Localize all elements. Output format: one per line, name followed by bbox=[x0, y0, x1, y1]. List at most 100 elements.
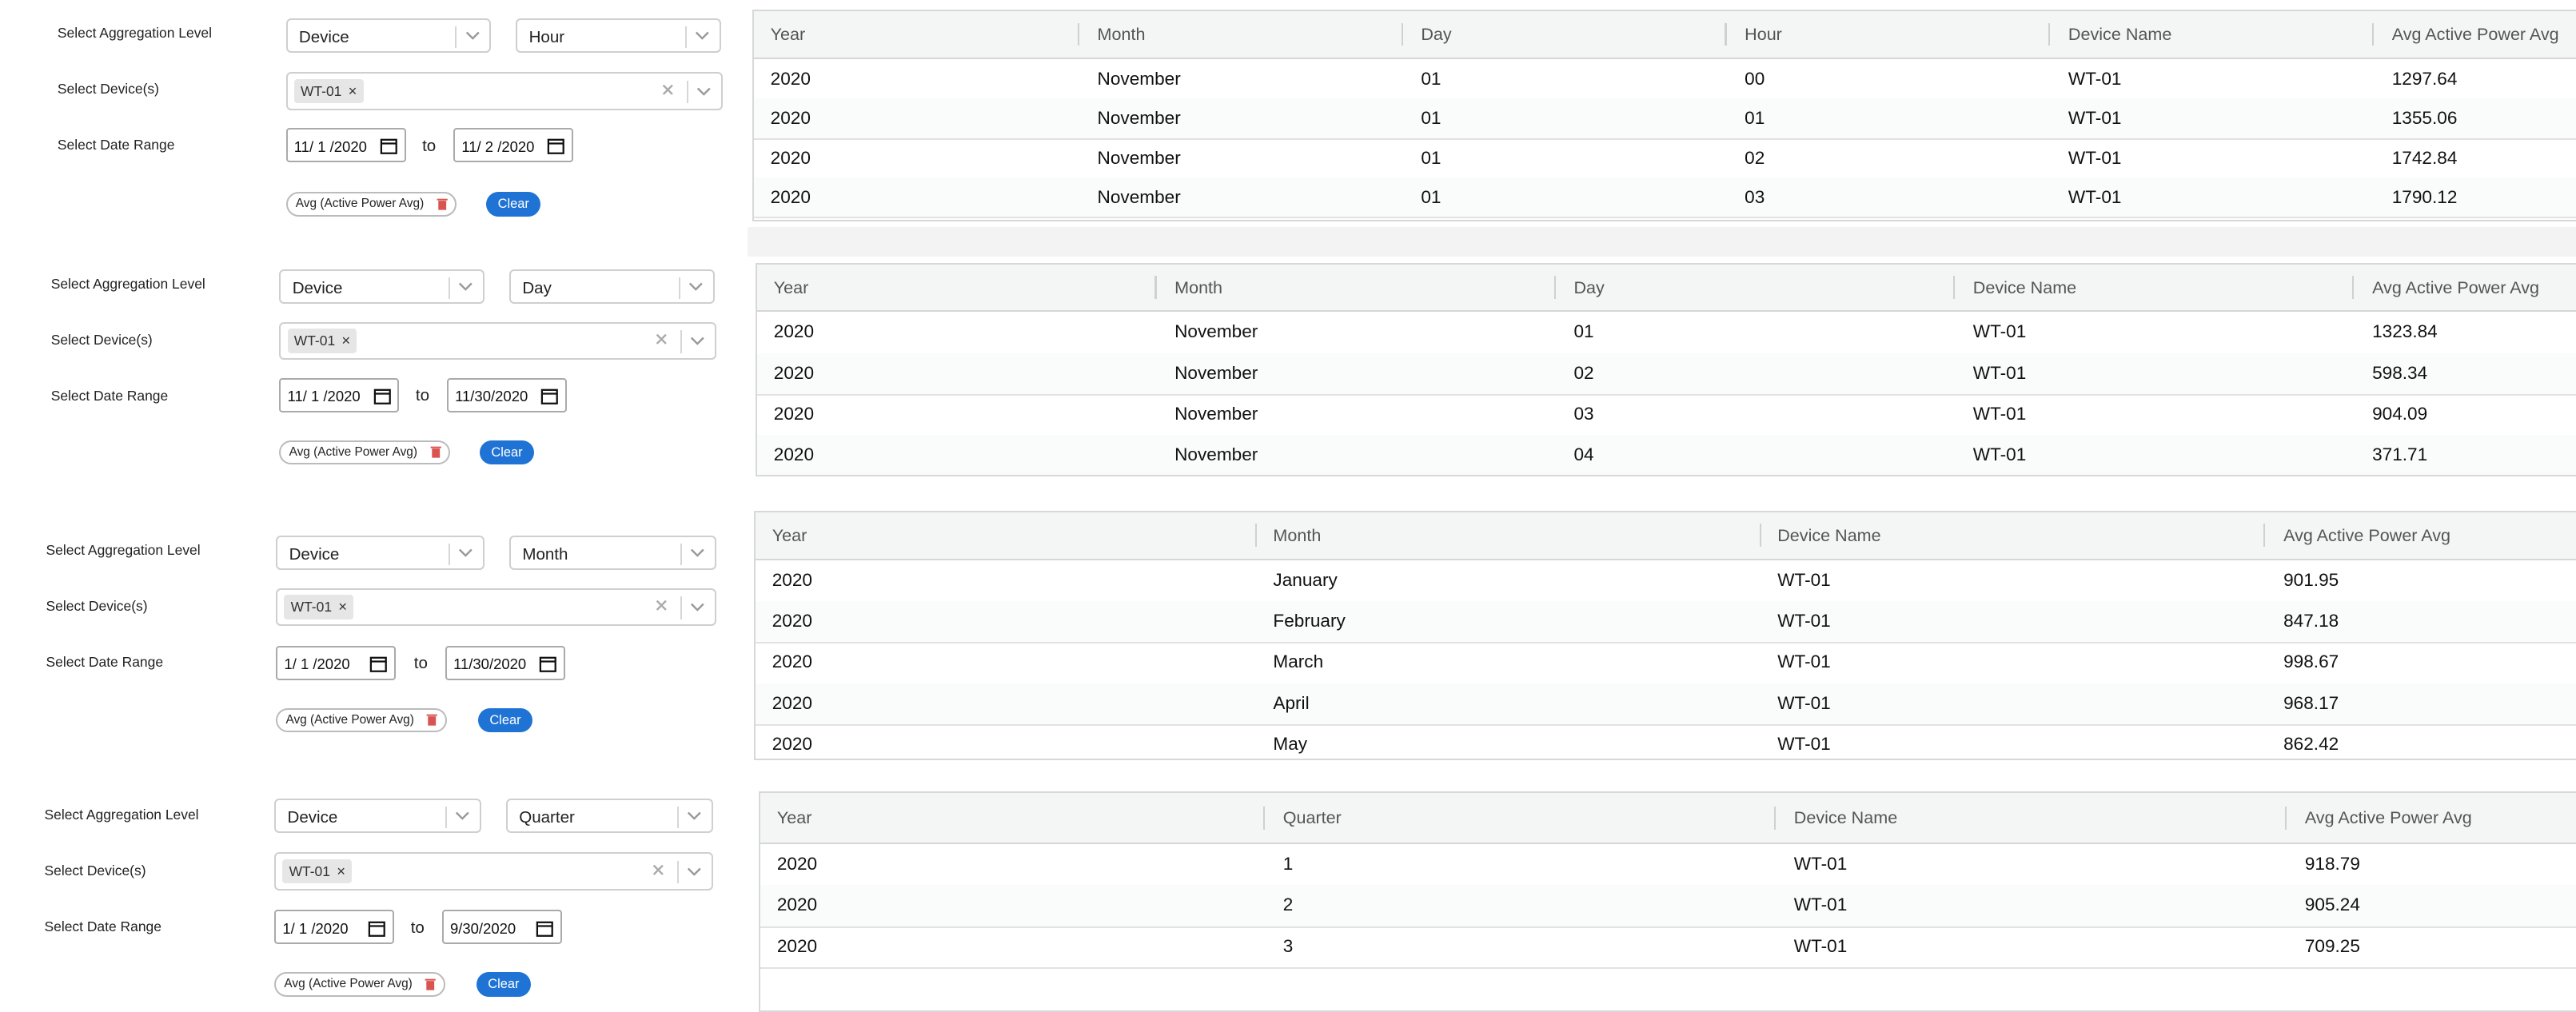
remove-chip-icon[interactable]: × bbox=[337, 863, 345, 879]
calendar-icon[interactable] bbox=[373, 386, 392, 406]
table-row[interactable]: 2020 November 03 WT-01 904.09 bbox=[757, 394, 2576, 437]
trash-icon[interactable] bbox=[436, 197, 449, 211]
table-row[interactable]: 2020 March WT-01 998.67 bbox=[756, 642, 2576, 685]
device-multiselect[interactable]: WT-01 × bbox=[279, 321, 716, 360]
column-header[interactable]: Day bbox=[1421, 11, 1451, 58]
results-table-day: Year Month Day Device Name Avg Active Po… bbox=[756, 262, 2576, 476]
chevron-down-icon[interactable] bbox=[685, 863, 704, 881]
trash-icon[interactable] bbox=[425, 712, 438, 727]
aggregation-select[interactable]: Device bbox=[274, 798, 482, 833]
table-row[interactable]: 2020 January WT-01 901.95 bbox=[756, 560, 2576, 603]
chevron-down-icon bbox=[696, 31, 709, 40]
column-header[interactable]: Avg Active Power Avg bbox=[2392, 11, 2559, 58]
table-row[interactable]: 2020 May WT-01 862.42 bbox=[756, 724, 2576, 759]
device-multiselect[interactable]: WT-01 × bbox=[276, 588, 716, 626]
table-row[interactable]: 2020 November 04 WT-01 371.71 bbox=[757, 435, 2576, 475]
column-header[interactable]: Device Name bbox=[1777, 512, 1880, 559]
remove-chip-icon[interactable]: × bbox=[338, 598, 347, 615]
chevron-down-icon[interactable] bbox=[688, 598, 707, 616]
table-row[interactable]: 2020 2 WT-01 905.24 bbox=[760, 885, 2576, 928]
remove-chip-icon[interactable]: × bbox=[341, 332, 350, 349]
table-row[interactable]: 2020 November 01 01 WT-01 1355.06 bbox=[754, 98, 2576, 140]
close-icon[interactable] bbox=[649, 861, 668, 879]
date-from-input[interactable]: 1/ 1 /2020 bbox=[274, 910, 395, 945]
date-to-input[interactable]: 11/30/2020 bbox=[445, 645, 565, 680]
device-chip: WT-01 × bbox=[293, 78, 364, 104]
table-header: Year Month Day Device Name Avg Active Po… bbox=[757, 264, 2576, 313]
table-row[interactable]: 2020 February WT-01 847.18 bbox=[756, 600, 2576, 644]
clear-button[interactable]: Clear bbox=[476, 972, 531, 998]
calendar-icon[interactable] bbox=[536, 918, 554, 938]
granularity-select[interactable]: Day bbox=[508, 269, 715, 305]
table-row[interactable]: 2020 1 WT-01 918.79 bbox=[760, 844, 2576, 887]
device-multiselect[interactable]: WT-01 × bbox=[274, 852, 713, 890]
calendar-icon[interactable] bbox=[547, 136, 565, 156]
calendar-icon[interactable] bbox=[369, 654, 388, 674]
device-multiselect[interactable]: WT-01 × bbox=[285, 72, 724, 110]
clear-button[interactable]: Clear bbox=[486, 192, 541, 217]
column-header[interactable]: Hour bbox=[1745, 11, 1782, 58]
column-header[interactable]: Avg Active Power Avg bbox=[2305, 793, 2472, 843]
table-row[interactable]: 2020 3 WT-01 709.25 bbox=[760, 926, 2576, 970]
chevron-down-icon bbox=[465, 31, 480, 40]
date-to-input[interactable]: 11/ 2 /2020 bbox=[453, 128, 574, 163]
date-from-input[interactable]: 11/ 1 /2020 bbox=[285, 128, 406, 163]
aggregation-level-label: Select Aggregation Level bbox=[44, 806, 199, 823]
trash-icon[interactable] bbox=[424, 977, 437, 991]
aggregation-level-label: Select Aggregation Level bbox=[46, 542, 201, 559]
aggregation-select[interactable]: Device bbox=[276, 535, 485, 570]
table-row[interactable]: 2020 November 01 02 WT-01 1742.84 bbox=[754, 138, 2576, 179]
metric-pill: Avg (Active Power Avg) bbox=[285, 192, 457, 217]
aggregation-select[interactable]: Device bbox=[279, 269, 485, 305]
column-header[interactable]: Device Name bbox=[1794, 793, 1897, 843]
column-header[interactable]: Month bbox=[1098, 11, 1146, 58]
remove-chip-icon[interactable]: × bbox=[349, 82, 357, 99]
granularity-value: Day bbox=[522, 279, 552, 298]
column-header[interactable]: Year bbox=[777, 793, 812, 843]
trash-icon[interactable] bbox=[429, 444, 442, 459]
close-icon[interactable] bbox=[652, 330, 671, 349]
clear-button[interactable]: Clear bbox=[477, 707, 532, 733]
table-row[interactable]: 2020 November 02 WT-01 598.34 bbox=[757, 353, 2576, 396]
calendar-icon[interactable] bbox=[380, 136, 398, 156]
devices-label: Select Device(s) bbox=[44, 862, 146, 879]
table-row[interactable]: 2020 November 01 00 WT-01 1297.64 bbox=[754, 59, 2576, 101]
calendar-icon[interactable] bbox=[540, 386, 559, 406]
date-to-input[interactable]: 9/30/2020 bbox=[441, 910, 562, 945]
close-icon[interactable] bbox=[652, 596, 671, 615]
column-header[interactable]: Year bbox=[772, 512, 807, 559]
date-range-label: Select Date Range bbox=[44, 918, 161, 934]
granularity-select[interactable]: Month bbox=[508, 535, 716, 570]
clear-button[interactable]: Clear bbox=[480, 440, 534, 465]
column-header[interactable]: Device Name bbox=[1973, 265, 2076, 311]
chevron-down-icon[interactable] bbox=[695, 82, 713, 101]
column-header[interactable]: Device Name bbox=[2068, 11, 2171, 58]
date-to-input[interactable]: 11/30/2020 bbox=[446, 377, 567, 412]
calendar-icon[interactable] bbox=[368, 918, 386, 938]
column-header[interactable]: Year bbox=[774, 265, 809, 311]
close-icon[interactable] bbox=[659, 81, 677, 99]
panel-hour: Select Aggregation Level Device Hour Sel… bbox=[0, 0, 2576, 230]
metric-pill: Avg (Active Power Avg) bbox=[279, 440, 451, 465]
column-header[interactable]: Day bbox=[1573, 265, 1604, 311]
controls-month: Select Aggregation Level Device Month Se… bbox=[0, 503, 748, 766]
column-header[interactable]: Quarter bbox=[1283, 793, 1342, 843]
calendar-icon[interactable] bbox=[539, 654, 557, 674]
aggregation-select[interactable]: Device bbox=[285, 18, 492, 53]
column-header[interactable]: Avg Active Power Avg bbox=[2372, 265, 2539, 311]
devices-label: Select Device(s) bbox=[50, 332, 153, 349]
chevron-down-icon[interactable] bbox=[688, 332, 707, 350]
date-from-input[interactable]: 1/ 1 /2020 bbox=[276, 645, 397, 680]
table-row[interactable]: 2020 April WT-01 968.17 bbox=[756, 683, 2576, 727]
aggregation-value: Device bbox=[287, 807, 338, 827]
granularity-select[interactable]: Quarter bbox=[505, 798, 713, 833]
column-header[interactable]: Month bbox=[1273, 512, 1321, 559]
column-header[interactable]: Month bbox=[1174, 265, 1222, 311]
column-header[interactable]: Avg Active Power Avg bbox=[2283, 512, 2450, 559]
column-header[interactable]: Year bbox=[771, 11, 806, 58]
table-row[interactable]: 2020 November 01 03 WT-01 1790.12 bbox=[754, 177, 2576, 219]
granularity-select[interactable]: Hour bbox=[516, 18, 722, 53]
table-row[interactable]: 2020 November 01 WT-01 1323.84 bbox=[757, 312, 2576, 355]
date-from-input[interactable]: 11/ 1 /2020 bbox=[279, 377, 400, 412]
panel-month: Select Aggregation Level Device Month Se… bbox=[0, 503, 2576, 766]
